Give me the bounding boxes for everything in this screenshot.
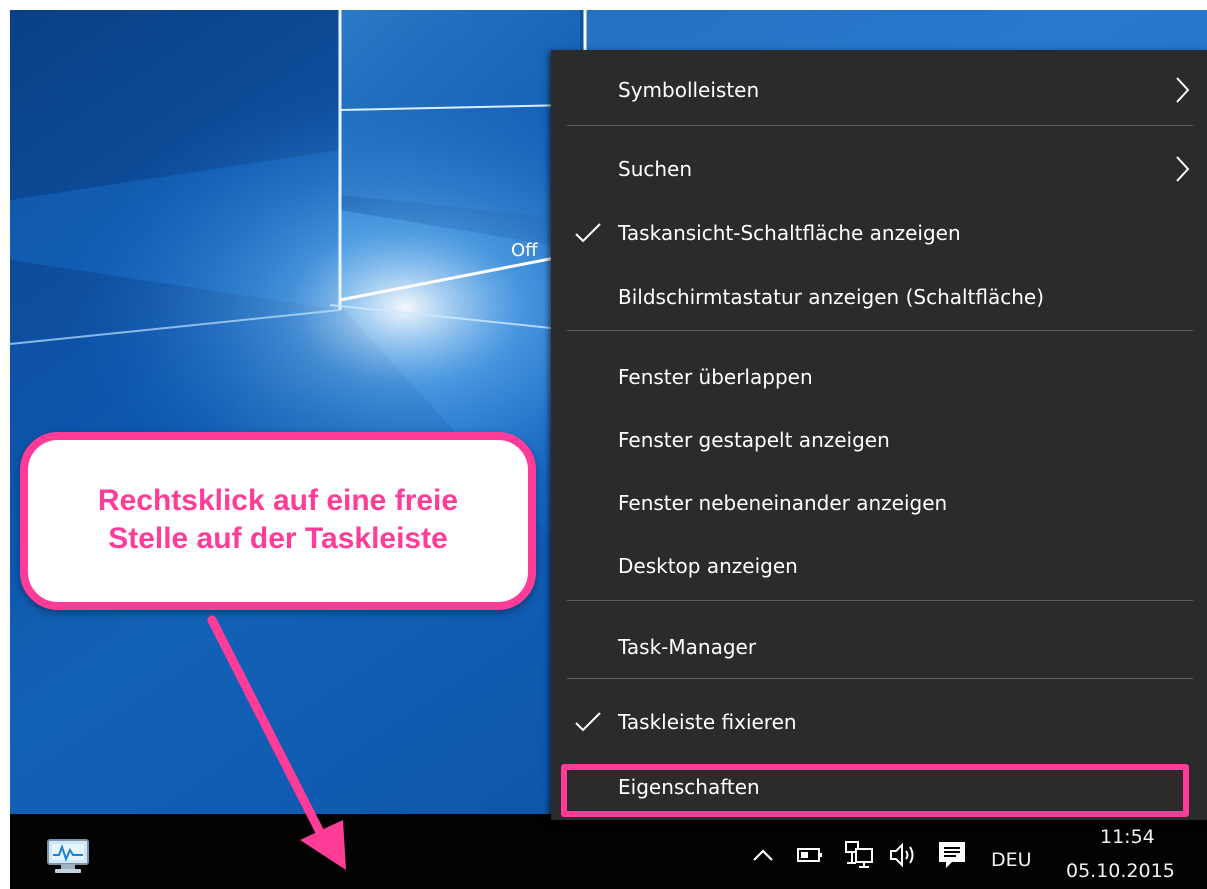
callout-bubble: Rechtsklick auf eine freie Stelle auf de… bbox=[20, 432, 536, 610]
menu-item-label: Taskansicht-Schaltfläche anzeigen bbox=[618, 221, 961, 245]
network-icon[interactable] bbox=[842, 839, 876, 871]
menu-item-symbolleisten[interactable]: Symbolleisten bbox=[551, 58, 1197, 122]
battery-icon[interactable] bbox=[795, 845, 825, 865]
menu-item-taskleiste-fixieren[interactable]: Taskleiste fixieren bbox=[551, 690, 1197, 754]
callout-line-2: Stelle auf der Taskleiste bbox=[108, 522, 448, 555]
menu-item-suchen[interactable]: Suchen bbox=[551, 137, 1197, 201]
checkmark-icon bbox=[575, 223, 601, 243]
clock-time[interactable]: 11:54 bbox=[1100, 826, 1155, 848]
menu-item-label: Task-Manager bbox=[618, 635, 757, 659]
highlight-box bbox=[561, 764, 1189, 817]
menu-item-fenster-ueberlappen[interactable]: Fenster überlappen bbox=[551, 345, 1197, 409]
volume-icon[interactable] bbox=[887, 841, 921, 869]
menu-item-label: Suchen bbox=[618, 157, 693, 181]
menu-item-task-manager[interactable]: Task-Manager bbox=[551, 615, 1197, 679]
menu-item-label: Fenster nebeneinander anzeigen bbox=[618, 491, 948, 515]
menu-item-label: Symbolleisten bbox=[618, 78, 760, 102]
menu-item-bildschirmtastatur[interactable]: Bildschirmtastatur anzeigen (Schaltfläch… bbox=[551, 265, 1197, 329]
menu-separator bbox=[567, 330, 1193, 331]
clock-date[interactable]: 05.10.2015 bbox=[1066, 860, 1175, 882]
taskbar-context-menu: Symbolleisten Suchen Taskansicht-Schaltf… bbox=[551, 50, 1207, 820]
chevron-right-icon bbox=[1176, 77, 1190, 103]
menu-item-fenster-nebeneinander[interactable]: Fenster nebeneinander anzeigen bbox=[551, 471, 1197, 535]
system-monitor-icon[interactable] bbox=[45, 836, 91, 876]
notification-icon[interactable] bbox=[936, 839, 968, 871]
menu-item-label: Desktop anzeigen bbox=[618, 554, 798, 578]
input-language[interactable]: DEU bbox=[991, 849, 1032, 871]
menu-separator bbox=[567, 125, 1193, 126]
callout-text: Rechtsklick auf eine freie Stelle auf de… bbox=[28, 482, 528, 558]
menu-item-fenster-gestapelt[interactable]: Fenster gestapelt anzeigen bbox=[551, 408, 1197, 472]
menu-item-label: Fenster gestapelt anzeigen bbox=[618, 428, 890, 452]
menu-item-label: Taskleiste fixieren bbox=[618, 710, 797, 734]
callout-line-1: Rechtsklick auf eine freie bbox=[97, 484, 459, 517]
chevron-right-icon bbox=[1176, 156, 1190, 182]
desktop-icon-label[interactable]: Off bbox=[511, 240, 538, 261]
menu-item-label: Bildschirmtastatur anzeigen (Schaltfläch… bbox=[618, 285, 1045, 309]
menu-item-taskansicht[interactable]: Taskansicht-Schaltfläche anzeigen bbox=[551, 201, 1197, 265]
menu-item-label: Fenster überlappen bbox=[618, 365, 813, 389]
menu-item-desktop-anzeigen[interactable]: Desktop anzeigen bbox=[551, 534, 1197, 598]
menu-separator bbox=[567, 600, 1193, 601]
checkmark-icon bbox=[575, 712, 601, 732]
menu-separator bbox=[567, 678, 1193, 679]
chevron-up-icon[interactable] bbox=[748, 844, 778, 866]
taskbar[interactable]: DEU 11:54 05.10.2015 bbox=[10, 814, 1207, 889]
